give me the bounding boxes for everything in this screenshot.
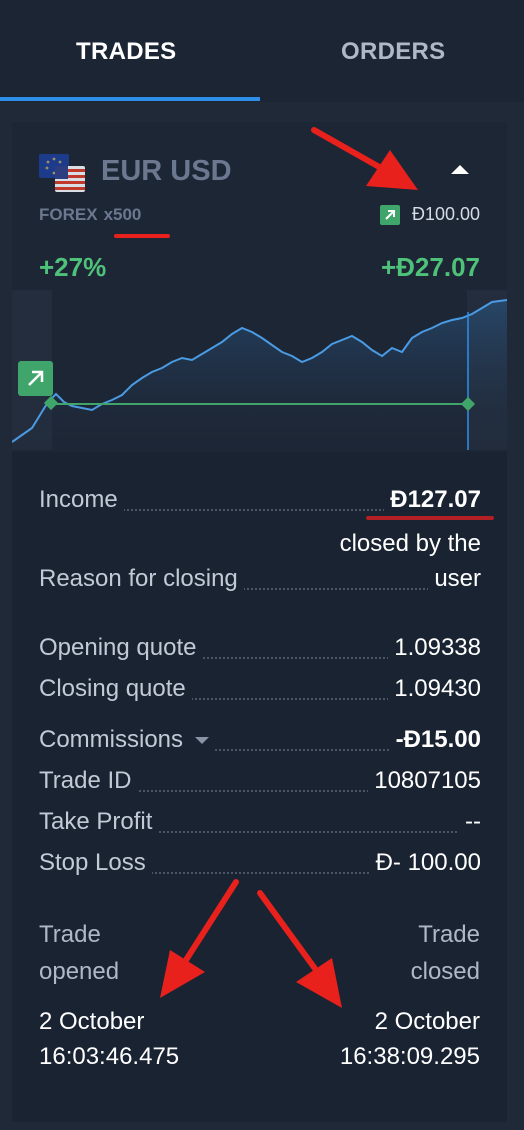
- trade-opened-time: 2 October 16:03:46.475: [39, 1004, 179, 1074]
- eu-us-flag-icon: [39, 154, 85, 192]
- stop-loss-label: Stop Loss: [39, 849, 152, 877]
- investment-value: Đ100.00: [411, 204, 480, 224]
- tab-orders[interactable]: ORDERS: [341, 38, 445, 66]
- closing-quote-row: Closing quote 1.09430: [39, 675, 481, 707]
- take-profit-row: Take Profit --: [39, 808, 481, 840]
- closed-date: 2 October: [374, 1008, 480, 1035]
- chevron-up-icon[interactable]: [451, 165, 469, 174]
- income-row: Income Đ127.07: [39, 486, 481, 518]
- reason-row: Reason for closing user: [39, 565, 481, 597]
- stop-loss-row: Stop Loss Đ- 100.00: [39, 849, 481, 881]
- opening-quote-label: Opening quote: [39, 634, 203, 662]
- trade-id-value: 10807105: [368, 767, 481, 795]
- take-profit-label: Take Profit: [39, 808, 159, 836]
- active-tab-indicator: [0, 97, 260, 101]
- opening-quote-row: Opening quote 1.09338: [39, 634, 481, 666]
- tab-bar: TRADES ORDERS: [0, 0, 524, 102]
- closed-time: 16:38:09.295: [339, 1043, 480, 1070]
- reason-value-line1: closed by the: [339, 530, 481, 557]
- commissions-label: Commissions: [39, 726, 184, 753]
- market-type: FOREX: [39, 205, 98, 224]
- trade-closed-label: Trade closed: [410, 921, 480, 985]
- price-area: [12, 300, 507, 450]
- commissions-row[interactable]: Commissions -Đ15.00: [39, 726, 481, 758]
- price-chart: [12, 290, 507, 450]
- investment-amount: Đ100.00: [379, 204, 480, 225]
- leverage: x500: [103, 205, 142, 224]
- profit-amount: +Đ27.07: [380, 252, 480, 282]
- income-value: Đ127.07: [384, 486, 481, 514]
- market-info: FOREX x500: [39, 205, 141, 225]
- opened-time: 16:03:46.475: [39, 1043, 180, 1070]
- reason-value-line2: user: [428, 565, 481, 593]
- opening-quote-value: 1.09338: [388, 634, 481, 662]
- closing-quote-label: Closing quote: [39, 675, 192, 703]
- trade-opened-label: Trade opened: [39, 921, 120, 985]
- take-profit-value: --: [459, 808, 481, 836]
- profit-percent: +27%: [39, 252, 107, 282]
- commissions-value: -Đ15.00: [389, 726, 481, 754]
- opened-date: 2 October: [39, 1008, 145, 1035]
- chevron-down-icon[interactable]: [195, 737, 210, 745]
- stop-loss-value: Đ- 100.00: [369, 849, 481, 877]
- trade-id-row: Trade ID 10807105: [39, 767, 481, 799]
- closing-quote-value: 1.09430: [388, 675, 481, 703]
- trade-id-label: Trade ID: [39, 767, 138, 795]
- tab-trades[interactable]: TRADES: [76, 38, 176, 66]
- asset-name: EUR USD: [101, 155, 232, 187]
- reason-label: Reason for closing: [39, 565, 244, 593]
- arrow-up-right-icon: [379, 204, 400, 225]
- arrow-up-right-icon: [18, 361, 53, 396]
- trade-closed-time: 2 October 16:38:09.295: [340, 1004, 480, 1074]
- income-label: Income: [39, 486, 124, 514]
